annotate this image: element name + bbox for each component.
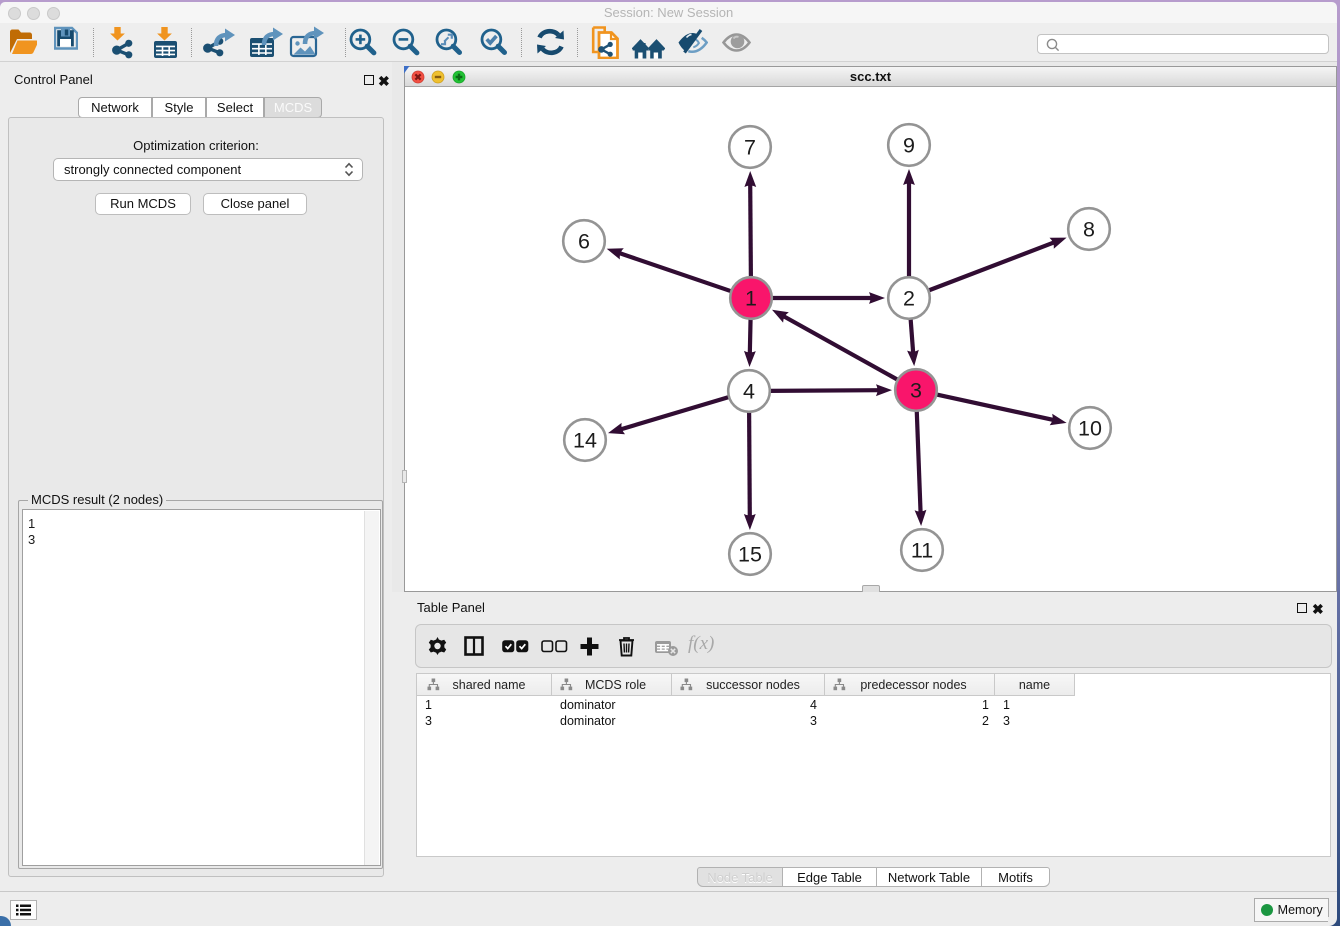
svg-text:2: 2 xyxy=(903,287,915,311)
svg-text:10: 10 xyxy=(1078,417,1102,441)
svg-text:14: 14 xyxy=(573,429,597,453)
svg-text:15: 15 xyxy=(738,543,762,567)
svg-text:9: 9 xyxy=(903,134,915,158)
svg-text:3: 3 xyxy=(910,379,922,403)
svg-text:4: 4 xyxy=(743,380,755,404)
svg-text:1: 1 xyxy=(745,287,757,311)
svg-text:6: 6 xyxy=(578,230,590,254)
svg-text:11: 11 xyxy=(911,539,933,563)
svg-text:7: 7 xyxy=(744,136,756,160)
svg-text:8: 8 xyxy=(1083,218,1095,242)
